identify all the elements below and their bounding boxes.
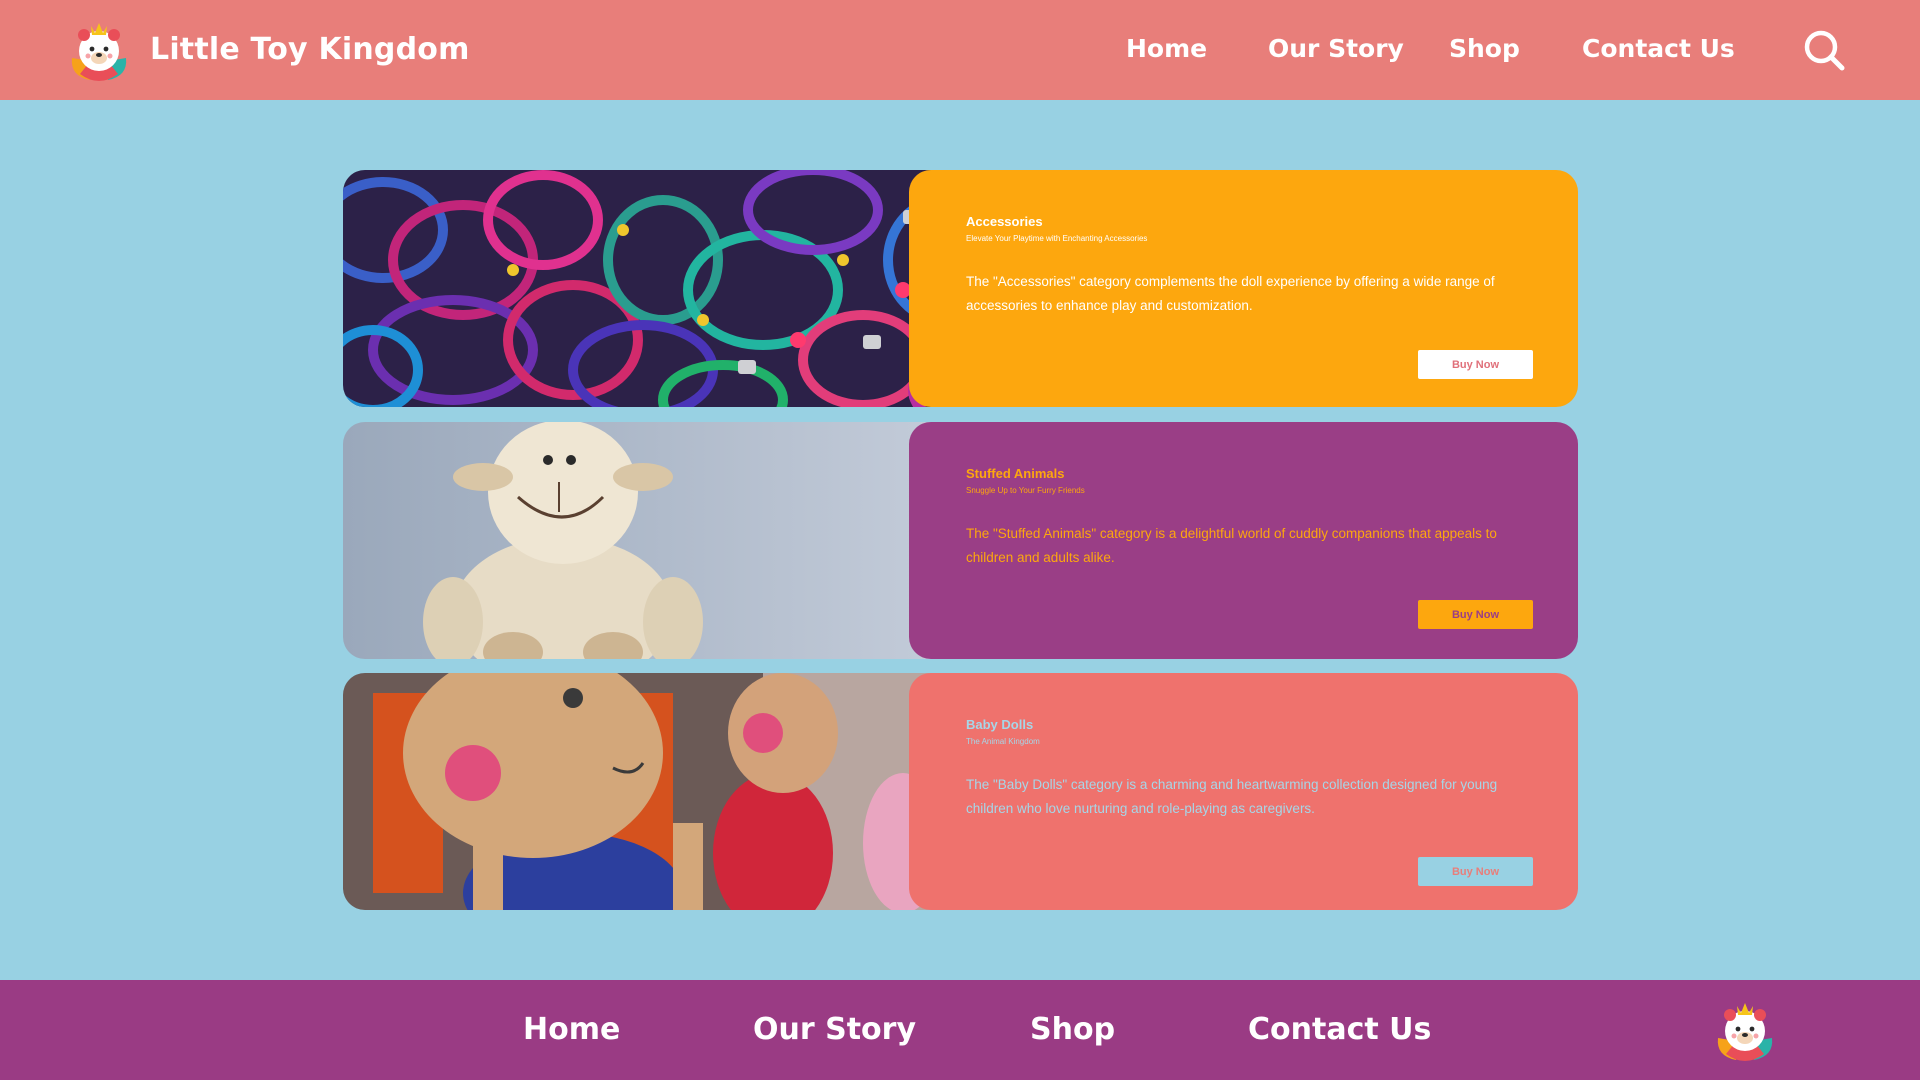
category-panel: Baby Dolls The Animal Kingdom The "Baby … <box>909 673 1578 910</box>
nav-shop[interactable]: Shop <box>1449 34 1520 63</box>
buy-now-button[interactable]: Buy Now <box>1418 350 1533 379</box>
nav-home[interactable]: Home <box>1126 34 1207 63</box>
category-card-stuffed-animals: Stuffed Animals Snuggle Up to Your Furry… <box>343 422 1578 659</box>
site-header: Little Toy Kingdom Home Our Story Shop C… <box>0 0 1920 100</box>
nav-our-story[interactable]: Our Story <box>1268 34 1404 63</box>
category-card-baby-dolls: Baby Dolls The Animal Kingdom The "Baby … <box>343 673 1578 910</box>
category-panel: Stuffed Animals Snuggle Up to Your Furry… <box>909 422 1578 659</box>
category-subtitle: Snuggle Up to Your Furry Friends <box>966 486 1085 495</box>
footer-nav-contact-us[interactable]: Contact Us <box>1248 1012 1431 1047</box>
category-card-accessories: Accessories Elevate Your Playtime with E… <box>343 170 1578 407</box>
site-footer: Home Our Story Shop Contact Us <box>0 980 1920 1080</box>
search-icon[interactable] <box>1802 28 1846 72</box>
footer-nav-shop[interactable]: Shop <box>1030 1012 1115 1047</box>
category-description: The "Accessories" category complements t… <box>966 274 1495 313</box>
category-description: The "Baby Dolls" category is a charming … <box>966 777 1498 816</box>
category-title: Stuffed Animals <box>966 466 1065 481</box>
footer-nav-home[interactable]: Home <box>523 1012 620 1047</box>
crochet-dolls-photo <box>343 673 1003 910</box>
category-subtitle: The Animal Kingdom <box>966 737 1040 746</box>
category-title: Accessories <box>966 214 1043 229</box>
category-subtitle: Elevate Your Playtime with Enchanting Ac… <box>966 234 1148 243</box>
buy-now-button[interactable]: Buy Now <box>1418 600 1533 629</box>
main-nav: Home Our Story Shop Contact Us <box>0 34 1920 66</box>
category-description: The "Stuffed Animals" category is a deli… <box>966 526 1497 565</box>
colorful-bangles-photo <box>343 170 1003 407</box>
buy-now-button[interactable]: Buy Now <box>1418 857 1533 886</box>
category-panel: Accessories Elevate Your Playtime with E… <box>909 170 1578 407</box>
plush-sheep-photo <box>343 422 1003 659</box>
bear-mascot-icon[interactable] <box>1712 998 1778 1064</box>
footer-nav-our-story[interactable]: Our Story <box>753 1012 916 1047</box>
category-title: Baby Dolls <box>966 717 1034 732</box>
nav-contact-us[interactable]: Contact Us <box>1582 34 1735 63</box>
